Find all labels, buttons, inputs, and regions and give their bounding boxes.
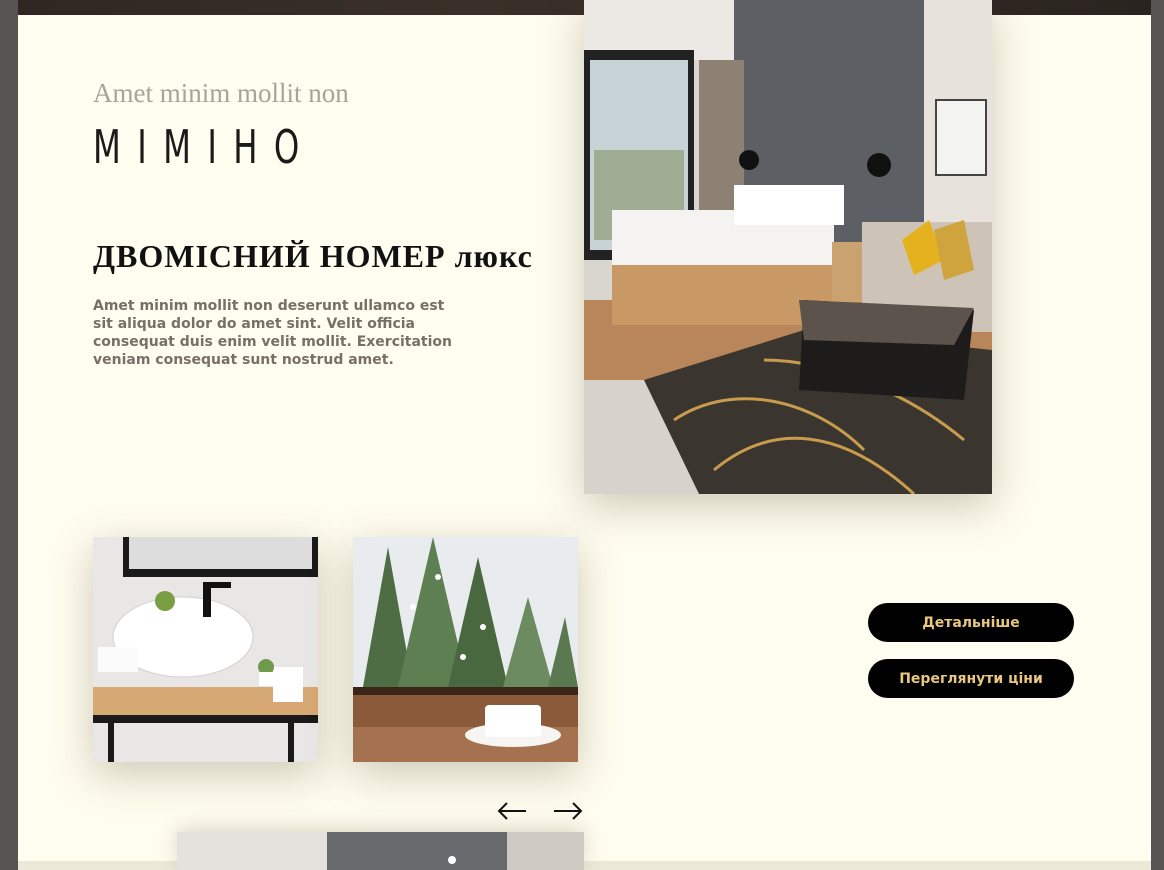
view-prices-button[interactable]: Переглянути ціни (868, 659, 1074, 698)
bathroom-thumbnail[interactable] (93, 537, 318, 762)
hero-subtitle: Amet minim mollit non (93, 78, 349, 108)
brand-logo: MIMIHO (93, 120, 316, 174)
room-main-photo (584, 0, 992, 494)
next-room-preview (177, 832, 584, 870)
room-title: ДВОМІСНИЙ НОМЕР люкс (93, 238, 533, 274)
arrow-left-icon[interactable] (496, 796, 528, 826)
room-description: Amet minim mollit non deserunt ullamco e… (93, 298, 453, 368)
window-coffee-thumbnail[interactable] (353, 537, 578, 762)
arrow-right-icon[interactable] (552, 796, 584, 826)
details-button[interactable]: Детальніше (868, 603, 1074, 642)
